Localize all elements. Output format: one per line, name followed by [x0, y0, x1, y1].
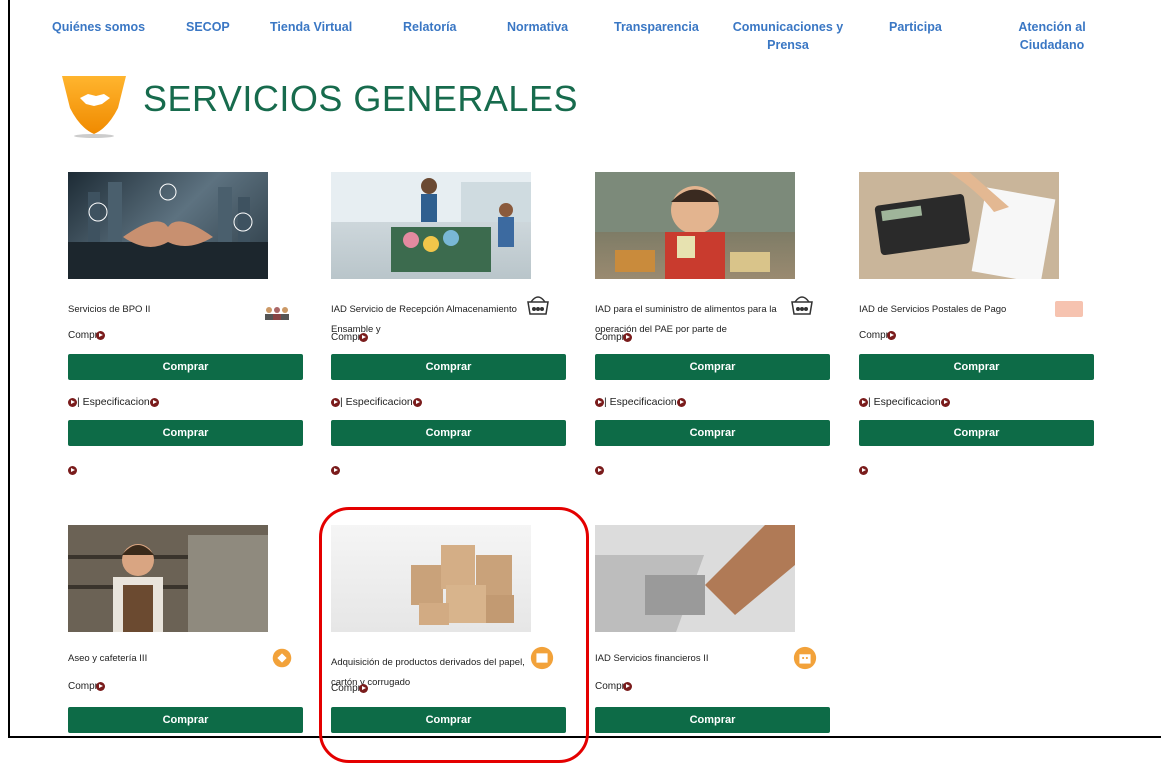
card-image[interactable]: [595, 172, 795, 279]
card-image[interactable]: [331, 172, 531, 279]
comprar-button[interactable]: Comprar: [68, 707, 303, 733]
comprar-link[interactable]: Compr: [68, 330, 106, 341]
play-icon[interactable]: [595, 462, 604, 480]
comprar-link[interactable]: Compr: [595, 332, 633, 343]
play-icon[interactable]: [331, 462, 340, 480]
card-image[interactable]: [595, 525, 795, 632]
nav-secop[interactable]: SECOP: [186, 18, 230, 36]
card-image[interactable]: [68, 525, 268, 632]
especificaciones-link[interactable]: | Especificacion: [331, 396, 422, 408]
nav-quienes-somos[interactable]: Quiénes somos: [52, 18, 145, 36]
comprar-link[interactable]: Compr: [595, 681, 633, 692]
nav-normativa[interactable]: Normativa: [507, 18, 568, 36]
food-icon: [791, 296, 813, 315]
comprar-button[interactable]: Comprar: [859, 354, 1094, 380]
main-nav: Quiénes somos SECOP Tienda Virtual Relat…: [0, 18, 1161, 58]
card-image[interactable]: [68, 172, 268, 279]
comprar-button[interactable]: Comprar: [595, 354, 830, 380]
comprar-link[interactable]: Compr: [331, 332, 369, 343]
card-title[interactable]: IAD de Servicios Postales de Pago: [859, 300, 1059, 320]
food-icon: [527, 296, 549, 315]
page-title: SERVICIOS GENERALES: [143, 78, 578, 119]
postal-icon: [1055, 301, 1083, 317]
comprar-button-secondary[interactable]: Comprar: [331, 420, 566, 446]
especificaciones-link[interactable]: | Especificacion: [68, 396, 159, 408]
nav-tienda-virtual[interactable]: Tienda Virtual: [270, 18, 352, 36]
play-icon[interactable]: [859, 462, 868, 480]
comprar-link[interactable]: Compr: [68, 681, 106, 692]
nav-relatoria[interactable]: Relatoría: [403, 18, 457, 36]
card-image[interactable]: [331, 525, 531, 632]
card-title[interactable]: Servicios de BPO II: [68, 300, 268, 320]
handshake-shield-icon: [62, 76, 126, 138]
card-title[interactable]: Aseo y cafetería III: [68, 649, 268, 669]
nav-transparencia[interactable]: Transparencia: [614, 18, 699, 36]
people-icon: [265, 307, 289, 320]
comprar-link[interactable]: Compr: [331, 683, 369, 694]
nav-participa[interactable]: Participa: [889, 18, 942, 36]
card-title[interactable]: IAD Servicios financieros II: [595, 649, 795, 669]
comprar-button-secondary[interactable]: Comprar: [595, 420, 830, 446]
box-icon: [530, 646, 554, 670]
comprar-button-secondary[interactable]: Comprar: [68, 420, 303, 446]
comprar-button[interactable]: Comprar: [331, 354, 566, 380]
bank-icon: [793, 646, 817, 670]
comprar-button[interactable]: Comprar: [331, 707, 566, 733]
especificaciones-link[interactable]: | Especificacion: [595, 396, 686, 408]
play-icon[interactable]: [68, 462, 77, 480]
comprar-button[interactable]: Comprar: [68, 354, 303, 380]
especificaciones-link[interactable]: | Especificacion: [859, 396, 950, 408]
nav-atencion-ciudadano[interactable]: Atención al Ciudadano: [1005, 18, 1099, 54]
comprar-button-secondary[interactable]: Comprar: [859, 420, 1094, 446]
comprar-button[interactable]: Comprar: [595, 707, 830, 733]
nav-comunicaciones[interactable]: Comunicaciones y Prensa: [732, 18, 844, 54]
comprar-link[interactable]: Compr: [859, 330, 897, 341]
cleaning-icon: [272, 648, 292, 668]
card-image[interactable]: [859, 172, 1059, 279]
